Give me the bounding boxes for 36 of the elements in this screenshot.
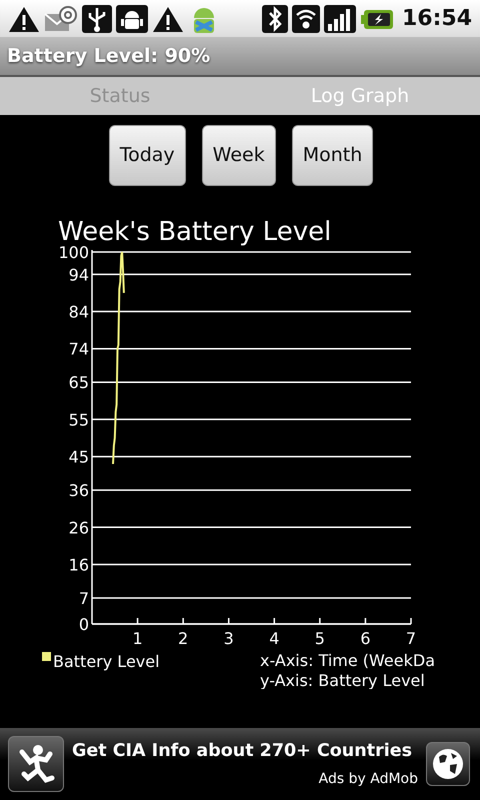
signal-icon: [324, 4, 356, 34]
y-tick-label: 55: [68, 410, 89, 430]
bluetooth-icon: [262, 4, 288, 34]
y-tick-label: 94: [68, 265, 89, 284]
bug-icon: [116, 4, 148, 34]
mail-icon: [44, 4, 78, 34]
y-tick-label: 84: [68, 302, 89, 322]
x-tick-label: 2: [178, 629, 188, 648]
range-button[interactable]: Week: [202, 125, 276, 186]
x-tick-label: 5: [314, 629, 325, 648]
x-tick-label: 1: [132, 629, 143, 648]
y-tick-label: 74: [68, 340, 89, 359]
x-tick-label: 3: [224, 629, 234, 648]
axis-note: x-Axis: Time (WeekDa: [260, 651, 436, 670]
x-tick-label: 4: [269, 629, 280, 648]
clock-time: 16:54: [402, 5, 472, 33]
ad-headline[interactable]: Get CIA Info about 270+ Countries: [72, 738, 418, 765]
range-button[interactable]: Month: [292, 125, 374, 186]
y-tick-label: 65: [68, 373, 89, 392]
ad-attribution: Ads by AdMob: [318, 770, 418, 789]
x-tick-label: 6: [360, 629, 371, 648]
y-tick-label: 0: [78, 615, 89, 634]
range-button[interactable]: Today: [108, 125, 186, 186]
globe-button[interactable]: [426, 742, 470, 786]
globe-icon: [431, 747, 465, 781]
y-tick-label: 16: [68, 555, 89, 574]
y-tick-label: 36: [68, 481, 89, 500]
app-title: Battery Level: 90%: [7, 44, 210, 69]
wifi-icon: [292, 4, 320, 34]
y-tick-label: 26: [68, 518, 89, 538]
axis-note: y-Axis: Battery Level: [260, 671, 425, 689]
legend-label: Battery Level: [53, 652, 160, 671]
x-tick-label: 7: [406, 629, 416, 648]
y-tick-label: 45: [68, 448, 89, 467]
y-tick-label: 7: [78, 588, 89, 608]
usb-icon: [82, 4, 112, 34]
